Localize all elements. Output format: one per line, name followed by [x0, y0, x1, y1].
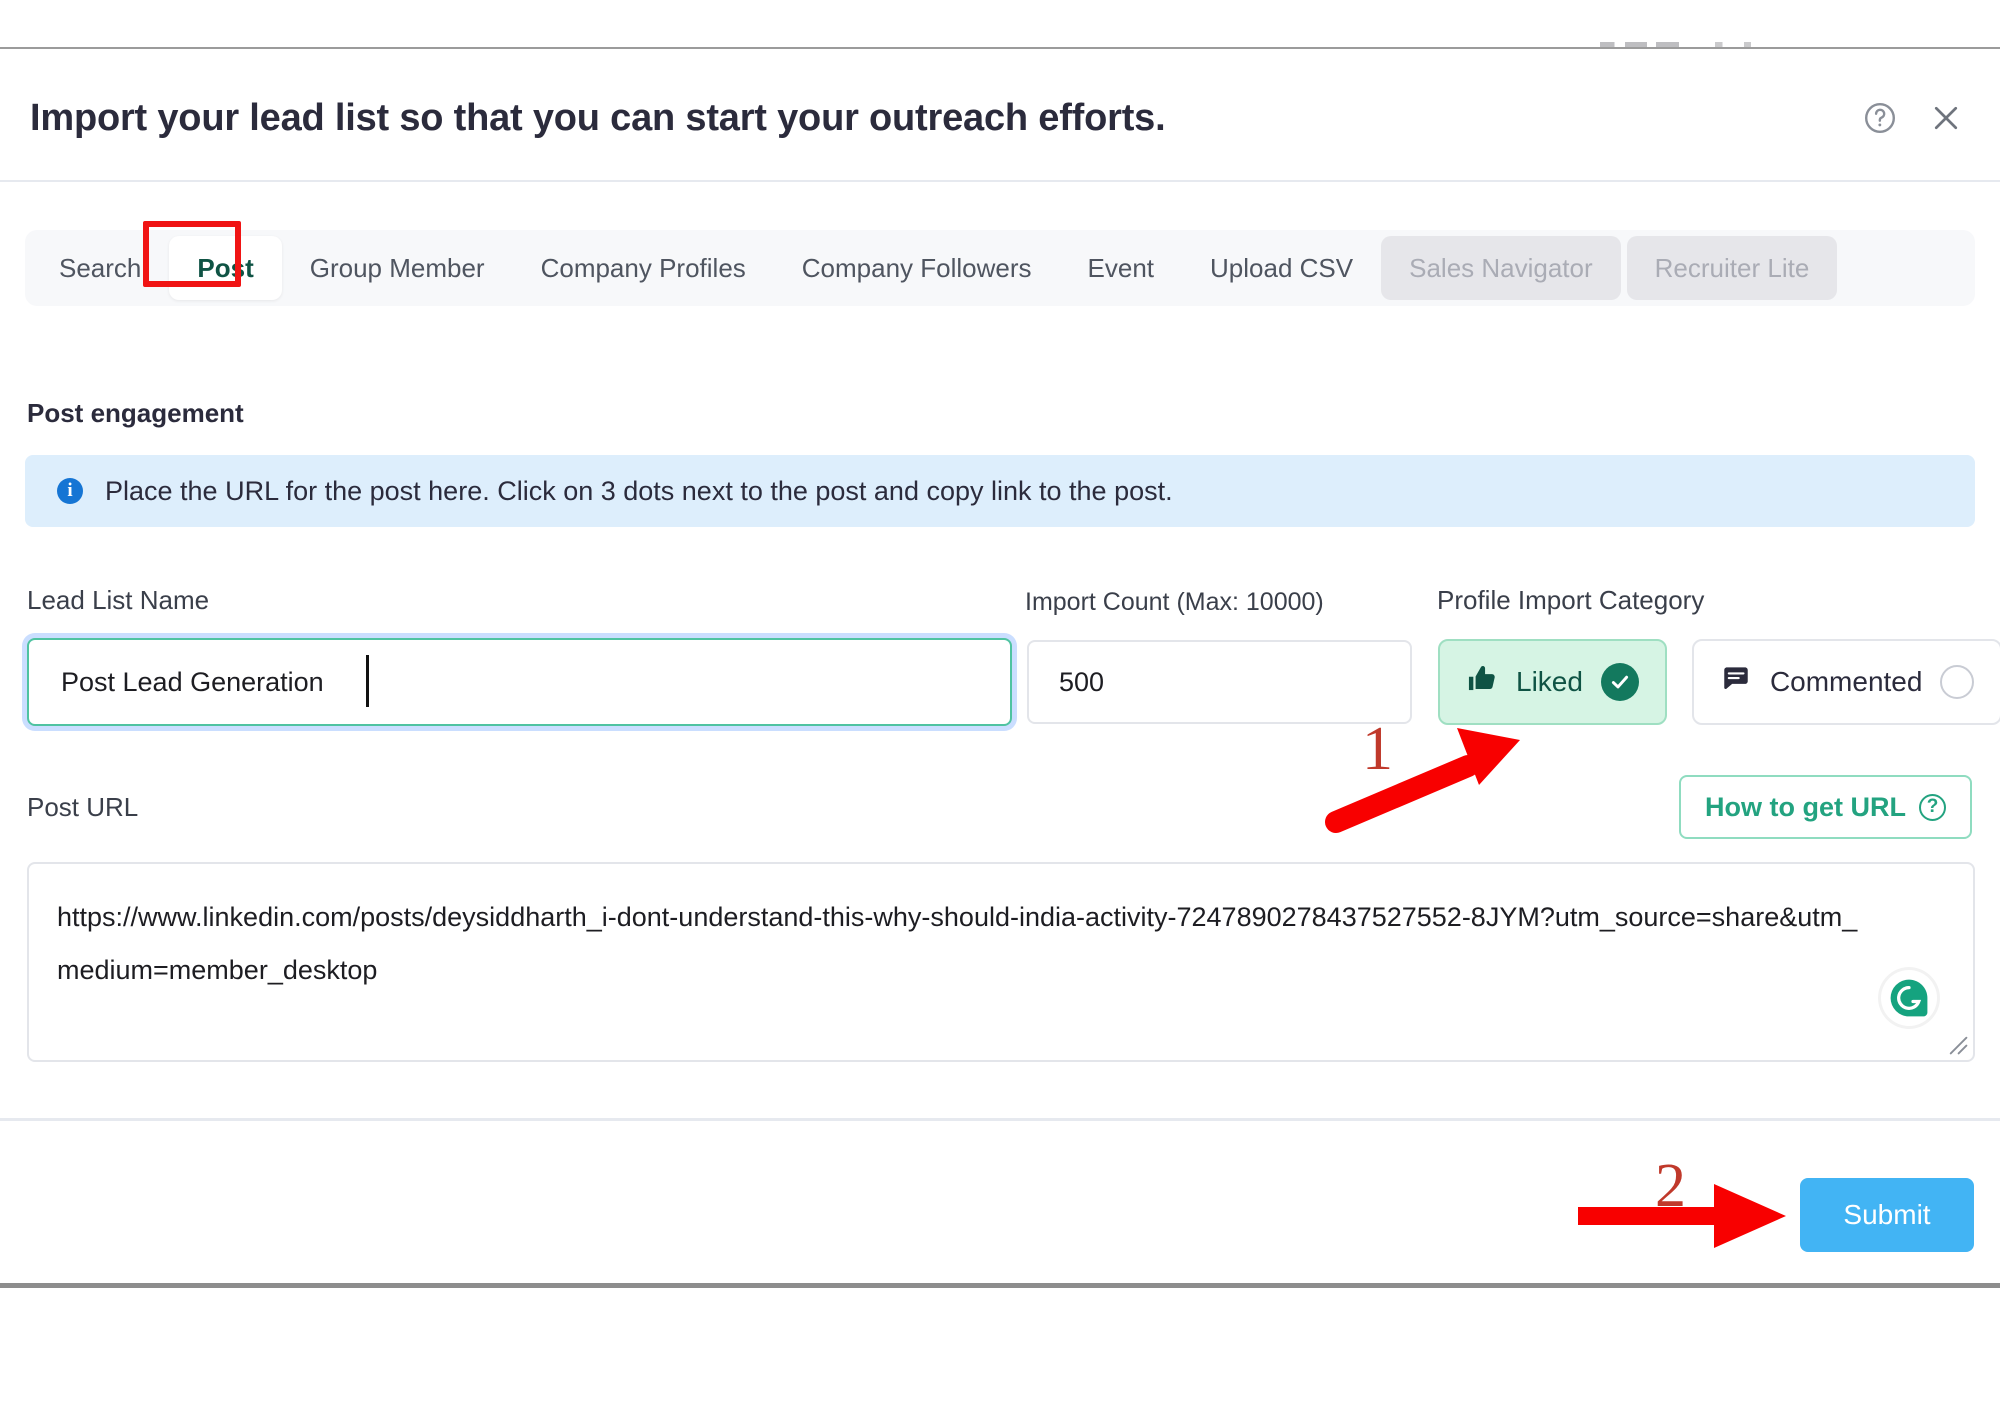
tab-company-profiles[interactable]: Company Profiles — [513, 236, 774, 300]
tab-sales-navigator: Sales Navigator — [1381, 236, 1621, 300]
post-url-textarea[interactable]: https://www.linkedin.com/posts/deysiddha… — [27, 862, 1975, 1062]
how-to-get-url-button[interactable]: How to get URL ? — [1679, 775, 1972, 839]
annotation-step-2-number: 2 — [1655, 1152, 1686, 1220]
lead-list-name-label: Lead List Name — [27, 585, 210, 615]
tab-post[interactable]: Post — [169, 236, 282, 300]
question-mark-icon: ? — [1919, 793, 1946, 821]
cutoff-divider-line — [0, 47, 2000, 49]
tab-event[interactable]: Event — [1060, 236, 1183, 300]
annotation-arrow-2 — [1578, 1184, 1786, 1248]
cutoff-ghost-text — [1600, 42, 1780, 47]
tab-upload-csv[interactable]: Upload CSV — [1182, 236, 1381, 300]
import-source-tabbar: Search Post Group Member Company Profile… — [25, 230, 1975, 306]
tab-recruiter-lite: Recruiter Lite — [1626, 236, 1838, 300]
grammarly-icon[interactable] — [1881, 970, 1937, 1026]
modal-header: Import your lead list so that you can st… — [0, 50, 2000, 182]
selected-check-icon — [1600, 663, 1639, 701]
submit-button[interactable]: Submit — [1800, 1178, 1974, 1252]
category-option-commented[interactable]: Commented — [1691, 639, 2000, 725]
import-count-input[interactable] — [1027, 640, 1412, 724]
page-title: Import your lead list so that you can st… — [30, 97, 1166, 139]
category-option-liked[interactable]: Liked — [1438, 639, 1667, 725]
speech-bubble-icon — [1720, 663, 1752, 702]
footer-divider — [0, 1118, 2000, 1121]
profile-import-category-label: Profile Import Category — [1437, 585, 1705, 615]
textarea-resize-handle[interactable] — [1946, 1033, 1968, 1055]
text-cursor — [366, 655, 369, 707]
info-icon: i — [57, 478, 83, 504]
category-label-liked: Liked — [1516, 666, 1583, 697]
post-url-label: Post URL — [27, 792, 139, 822]
info-banner: i Place the URL for the post here. Click… — [25, 455, 1975, 527]
bottom-rule — [0, 1283, 2000, 1288]
profile-import-category-group: Liked Commented — [1438, 639, 2000, 725]
annotation-step-1-number: 1 — [1362, 715, 1393, 783]
unselected-radio-icon — [1940, 665, 1975, 699]
info-banner-text: Place the URL for the post here. Click o… — [105, 475, 1173, 506]
how-to-get-url-label: How to get URL — [1705, 791, 1906, 822]
tab-group-member[interactable]: Group Member — [282, 236, 513, 300]
help-circle-icon[interactable] — [1862, 100, 1898, 136]
post-url-value: https://www.linkedin.com/posts/deysiddha… — [57, 902, 1858, 985]
cutoff-strip-above-modal — [0, 0, 2000, 50]
lead-list-name-input[interactable] — [27, 638, 1012, 726]
category-label-commented: Commented — [1769, 666, 1923, 697]
import-count-label: Import Count (Max: 10000) — [1025, 588, 1324, 616]
section-heading: Post engagement — [27, 398, 244, 428]
close-icon[interactable] — [1928, 100, 1964, 136]
tab-search[interactable]: Search — [31, 236, 169, 300]
thumbs-up-icon — [1466, 663, 1498, 702]
tab-company-followers[interactable]: Company Followers — [774, 236, 1060, 300]
header-actions — [1862, 100, 1964, 136]
screenshot-root: Import your lead list so that you can st… — [0, 0, 2000, 1414]
